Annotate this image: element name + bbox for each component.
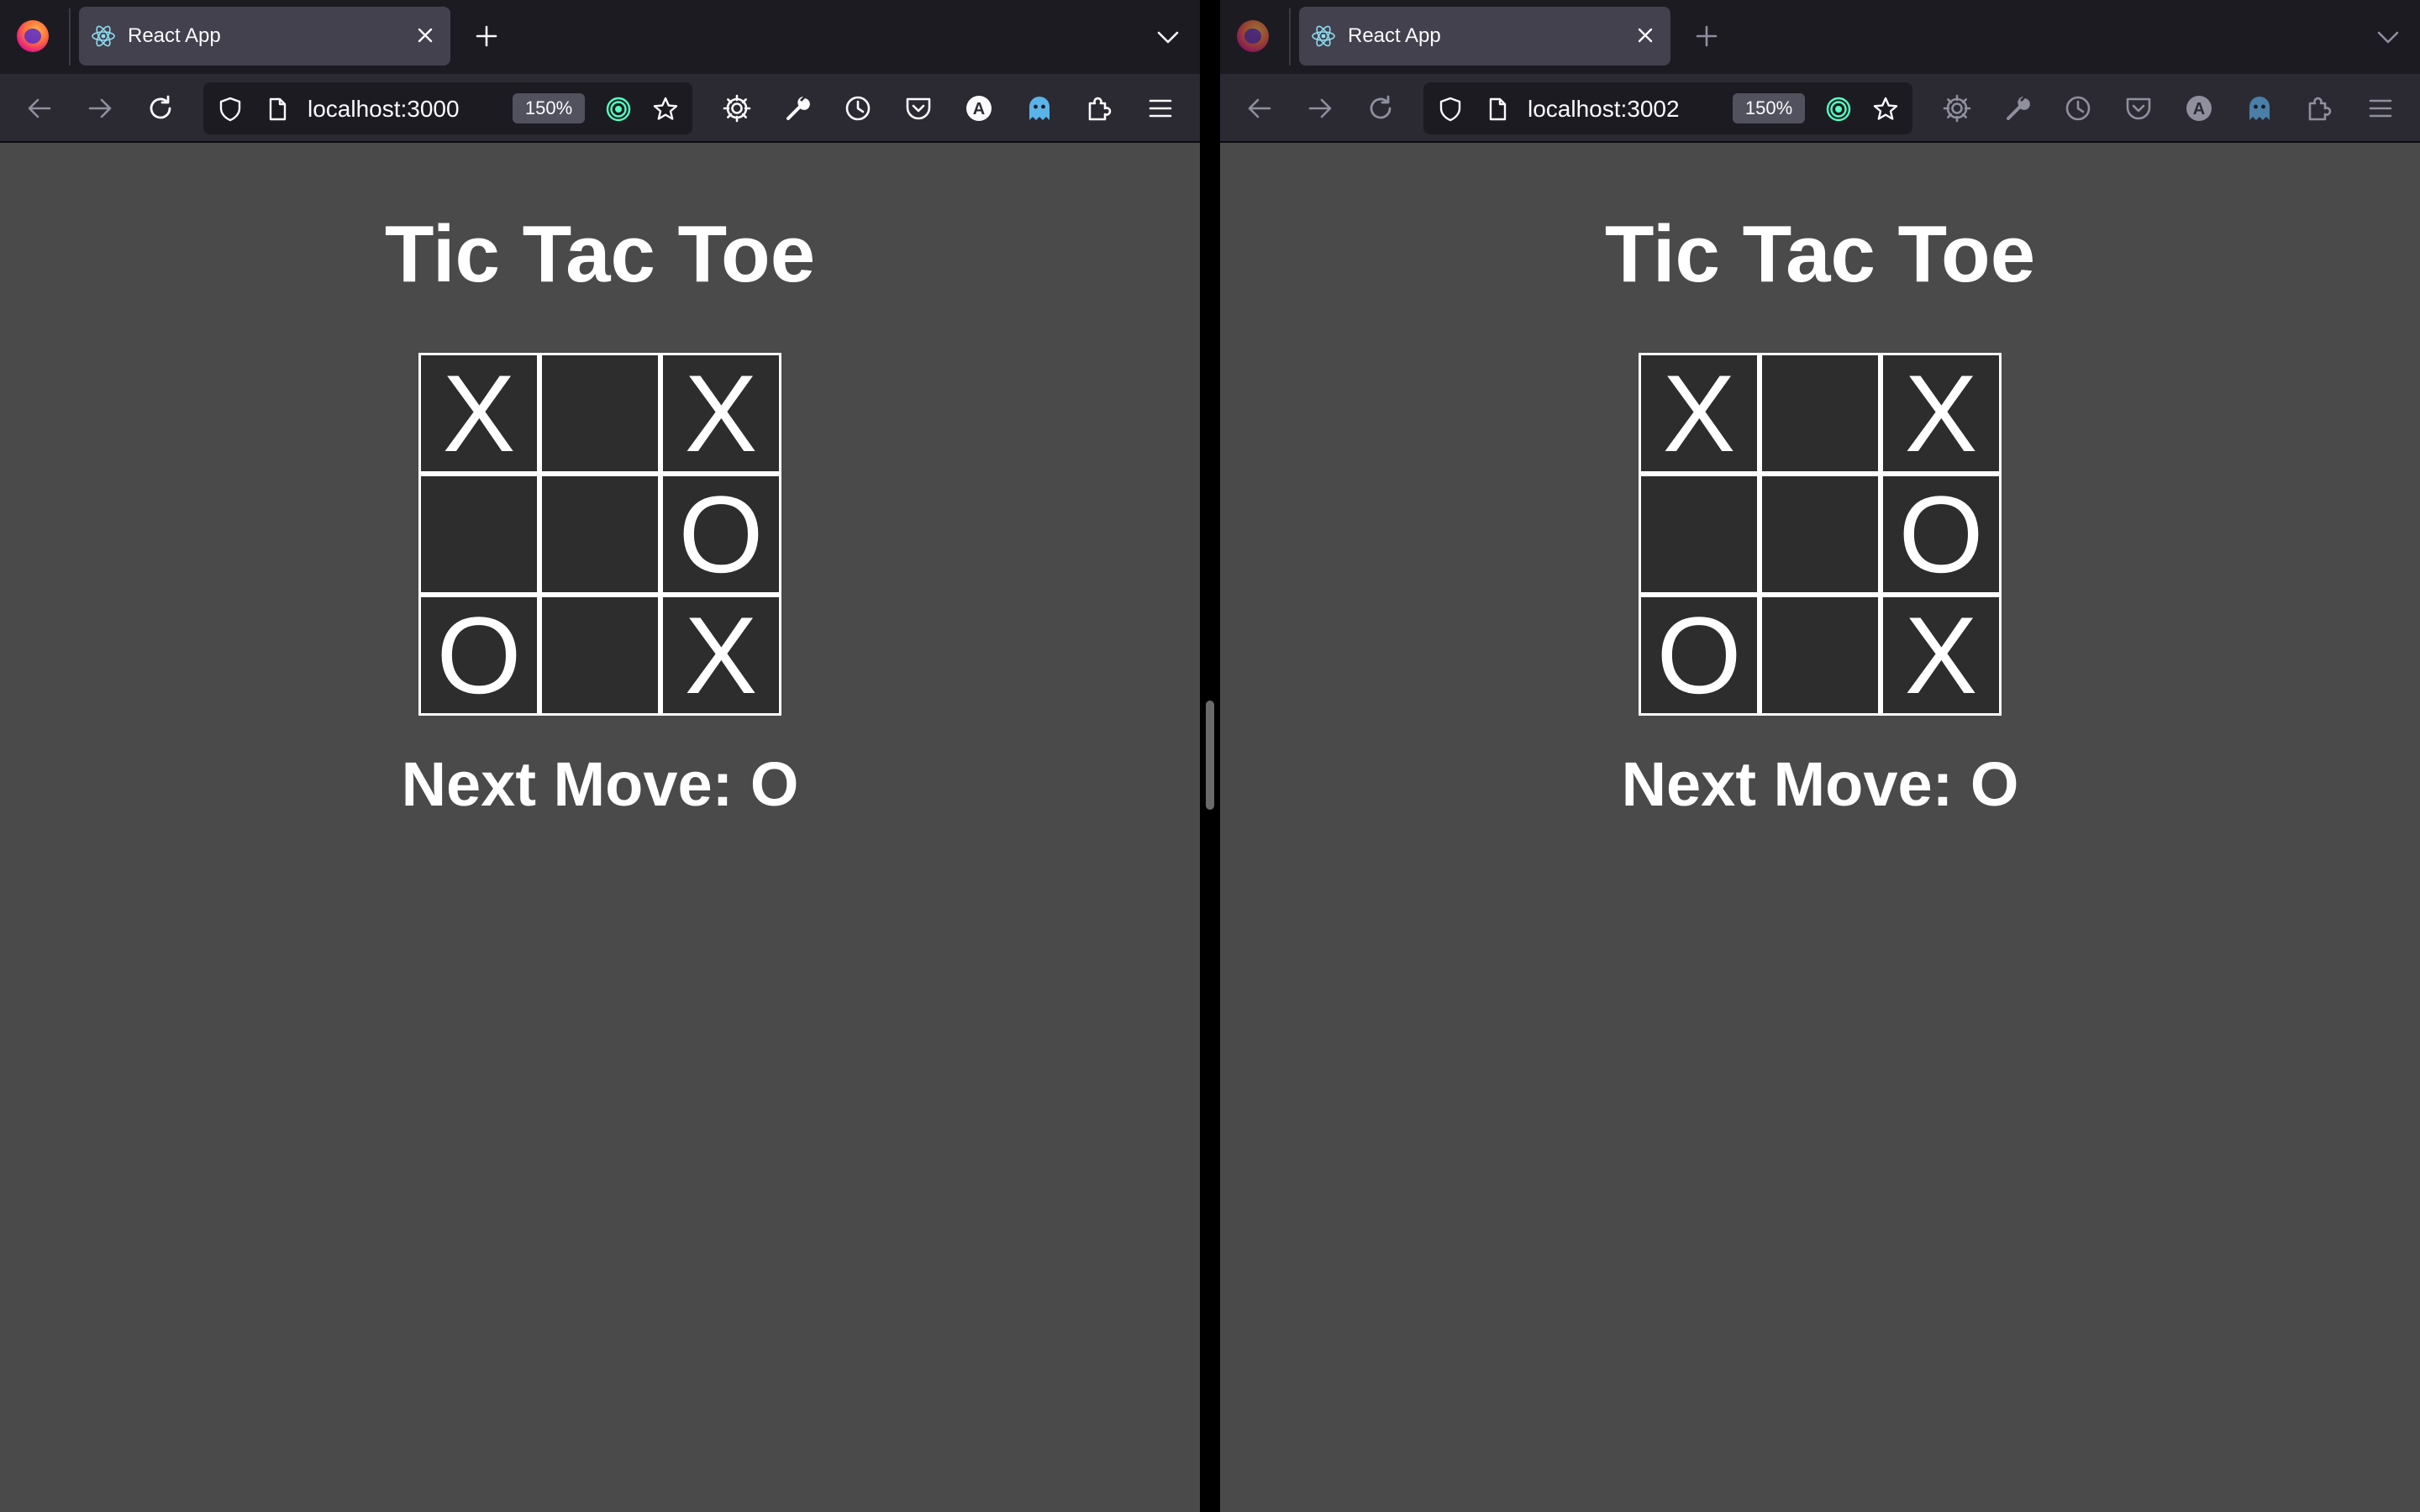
svg-text:A: A	[973, 100, 985, 118]
history-clock-icon[interactable]	[840, 91, 876, 126]
zoom-level-badge[interactable]: 150%	[513, 93, 585, 123]
star-icon[interactable]	[652, 96, 679, 123]
firefox-icon[interactable]	[17, 20, 49, 52]
navigation-toolbar: localhost:3000 150% A	[0, 74, 1200, 143]
tab-separator	[69, 8, 71, 66]
browser-window-right: React App localhost:3002 150% A Tic Tac …	[1220, 0, 2420, 1512]
board-cell[interactable]	[1760, 474, 1881, 595]
new-tab-plus-icon[interactable]	[1691, 20, 1723, 52]
tab-react-app[interactable]: React App	[79, 7, 450, 66]
menu-hamburger-icon[interactable]	[1143, 91, 1178, 126]
board-cell[interactable]: O	[1881, 474, 2002, 595]
board-cell[interactable]: X	[418, 353, 539, 474]
svg-text:A: A	[2193, 100, 2205, 118]
tab-react-app[interactable]: React App	[1299, 7, 1670, 66]
chevron-down-icon[interactable]	[1155, 24, 1181, 50]
board-cell[interactable]	[539, 353, 660, 474]
board-cell[interactable]: X	[660, 595, 781, 716]
react-icon	[1311, 24, 1336, 49]
splitter-handle[interactable]	[1206, 701, 1214, 810]
board-cell[interactable]	[1760, 353, 1881, 474]
wrench-icon[interactable]	[2000, 91, 2035, 126]
forward-arrow-icon[interactable]	[82, 91, 118, 126]
reload-icon[interactable]	[1363, 91, 1398, 126]
page-content: Tic Tac Toe X X O O X Next Move: O	[0, 143, 1200, 1512]
shield-icon[interactable]	[217, 96, 244, 123]
page-title: Tic Tac Toe	[384, 209, 816, 299]
next-move-status: Next Move: O	[1621, 749, 2019, 819]
target-icon[interactable]	[605, 96, 632, 123]
back-arrow-icon[interactable]	[22, 91, 57, 126]
url-text[interactable]: localhost:3000	[308, 97, 460, 122]
close-tab-icon[interactable]	[1630, 20, 1660, 50]
board-cell[interactable]: O	[418, 595, 539, 716]
pocket-icon[interactable]	[901, 91, 936, 126]
tab-title: React App	[128, 24, 221, 47]
page-content: Tic Tac Toe X X O O X Next Move: O	[1220, 143, 2420, 1512]
reload-icon[interactable]	[143, 91, 178, 126]
board-cell[interactable]	[539, 595, 660, 716]
account-a-icon[interactable]: A	[2181, 91, 2217, 126]
back-arrow-icon[interactable]	[1242, 91, 1277, 126]
board-cell[interactable]: X	[1639, 353, 1760, 474]
url-bar[interactable]: localhost:3002 150%	[1423, 82, 1912, 134]
history-clock-icon[interactable]	[2060, 91, 2096, 126]
forward-arrow-icon[interactable]	[1302, 91, 1338, 126]
board-cell[interactable]: O	[660, 474, 781, 595]
chevron-down-icon[interactable]	[2375, 24, 2402, 50]
gear-icon[interactable]	[719, 91, 755, 126]
page-title: Tic Tac Toe	[1604, 209, 2036, 299]
page-icon[interactable]	[1484, 96, 1511, 123]
url-text[interactable]: localhost:3002	[1528, 97, 1680, 122]
target-icon[interactable]	[1825, 96, 1852, 123]
new-tab-plus-icon[interactable]	[471, 20, 502, 52]
tab-bar: React App	[0, 0, 1200, 74]
board-cell[interactable]	[1760, 595, 1881, 716]
ghost-icon[interactable]	[2242, 91, 2277, 126]
gear-icon[interactable]	[1939, 91, 1975, 126]
ghost-icon[interactable]	[1022, 91, 1057, 126]
react-icon	[91, 24, 116, 49]
tab-separator	[1289, 8, 1291, 66]
browser-window-left: React App localhost:3000 150% A Tic Tac …	[0, 0, 1200, 1512]
board-cell[interactable]: X	[1881, 353, 2002, 474]
navigation-toolbar: localhost:3002 150% A	[1220, 74, 2420, 143]
star-icon[interactable]	[1872, 96, 1899, 123]
shield-icon[interactable]	[1437, 96, 1464, 123]
firefox-icon[interactable]	[1237, 20, 1269, 52]
board-cell[interactable]: X	[1881, 595, 2002, 716]
board-cell[interactable]	[418, 474, 539, 595]
extensions-puzzle-icon[interactable]	[2302, 91, 2338, 126]
board-cell[interactable]: X	[660, 353, 781, 474]
zoom-level-badge[interactable]: 150%	[1733, 93, 1805, 123]
board-cell[interactable]: O	[1639, 595, 1760, 716]
tab-bar: React App	[1220, 0, 2420, 74]
close-tab-icon[interactable]	[410, 20, 440, 50]
pocket-icon[interactable]	[2121, 91, 2156, 126]
tab-title: React App	[1348, 24, 1441, 47]
board-cell[interactable]	[539, 474, 660, 595]
page-icon[interactable]	[264, 96, 291, 123]
url-bar[interactable]: localhost:3000 150%	[203, 82, 692, 134]
menu-hamburger-icon[interactable]	[2363, 91, 2398, 126]
game-board: X X O O X	[418, 353, 781, 716]
account-a-icon[interactable]: A	[961, 91, 997, 126]
game-board: X X O O X	[1639, 353, 2002, 716]
board-cell[interactable]	[1639, 474, 1760, 595]
extensions-puzzle-icon[interactable]	[1082, 91, 1118, 126]
wrench-icon[interactable]	[780, 91, 815, 126]
next-move-status: Next Move: O	[401, 749, 799, 819]
